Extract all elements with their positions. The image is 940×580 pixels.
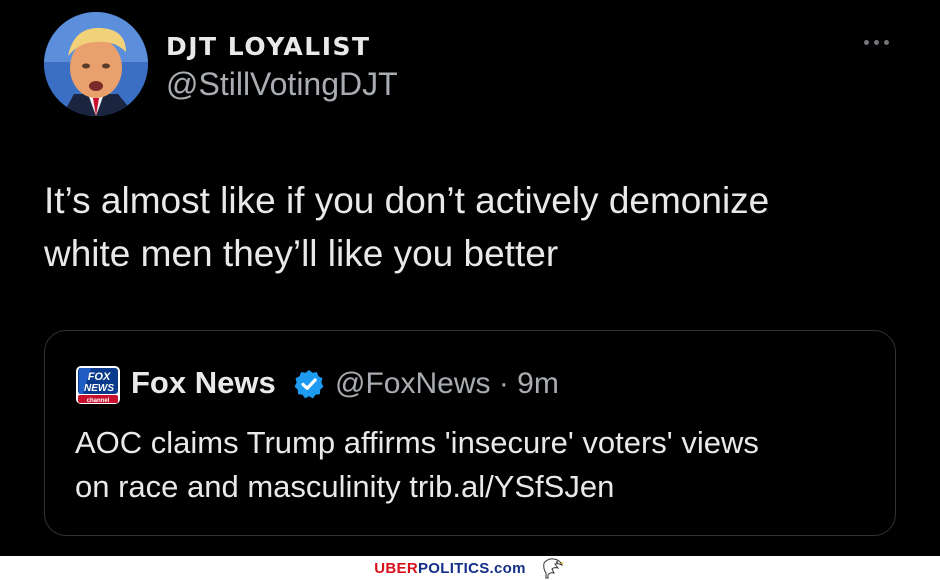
- avatar[interactable]: [44, 12, 148, 116]
- verified-badge-icon: [293, 368, 325, 400]
- watermark-part: POLITICS: [417, 559, 490, 577]
- quoted-text-line: AOC claims Trump affirms 'insecure' vote…: [75, 425, 759, 460]
- quoted-display-name[interactable]: Fox News: [131, 365, 276, 401]
- fox-news-logo-icon: FOX NEWS channel: [75, 365, 121, 405]
- tweet-text-line: It’s almost like if you don’t actively d…: [44, 180, 770, 221]
- watermark-bar: UBERPOLITICS.com: [0, 556, 940, 580]
- logo-text-mid: NEWS: [84, 383, 114, 394]
- watermark-part: UBER: [374, 559, 418, 577]
- watermark-part: .com: [489, 559, 526, 577]
- watermark-text: UBERPOLITICS.com: [374, 560, 526, 577]
- display-name[interactable]: DJT LOYALIST: [166, 32, 371, 61]
- quoted-timestamp[interactable]: 9m: [517, 367, 559, 400]
- quoted-text: AOC claims Trump affirms 'insecure' vote…: [75, 421, 875, 509]
- meta-separator: ·: [498, 367, 509, 400]
- eagle-logo-icon: [540, 557, 566, 579]
- more-horizontal-icon: [863, 39, 869, 45]
- logo-text-bottom: channel: [87, 398, 110, 404]
- more-options-button[interactable]: [856, 30, 896, 54]
- quoted-meta: @FoxNews · 9m: [335, 367, 559, 401]
- more-horizontal-icon: [873, 39, 879, 45]
- more-horizontal-icon: [883, 39, 889, 45]
- quoted-tweet[interactable]: FOX NEWS channel Fox News @FoxNews · 9m …: [44, 330, 896, 536]
- tweet-text: It’s almost like if you don’t actively d…: [44, 174, 904, 280]
- tweet-text-line: white men they’ll like you better: [44, 233, 559, 274]
- logo-text-top: FOX: [88, 371, 111, 383]
- quoted-handle[interactable]: @FoxNews: [335, 367, 490, 400]
- user-handle[interactable]: @StillVotingDJT: [166, 66, 398, 103]
- quoted-text-line: on race and masculinity trib.al/YSfSJen: [75, 469, 615, 504]
- tweet-card: DJT LOYALIST @StillVotingDJT It’s almost…: [0, 0, 940, 556]
- avatar-image: [44, 12, 148, 116]
